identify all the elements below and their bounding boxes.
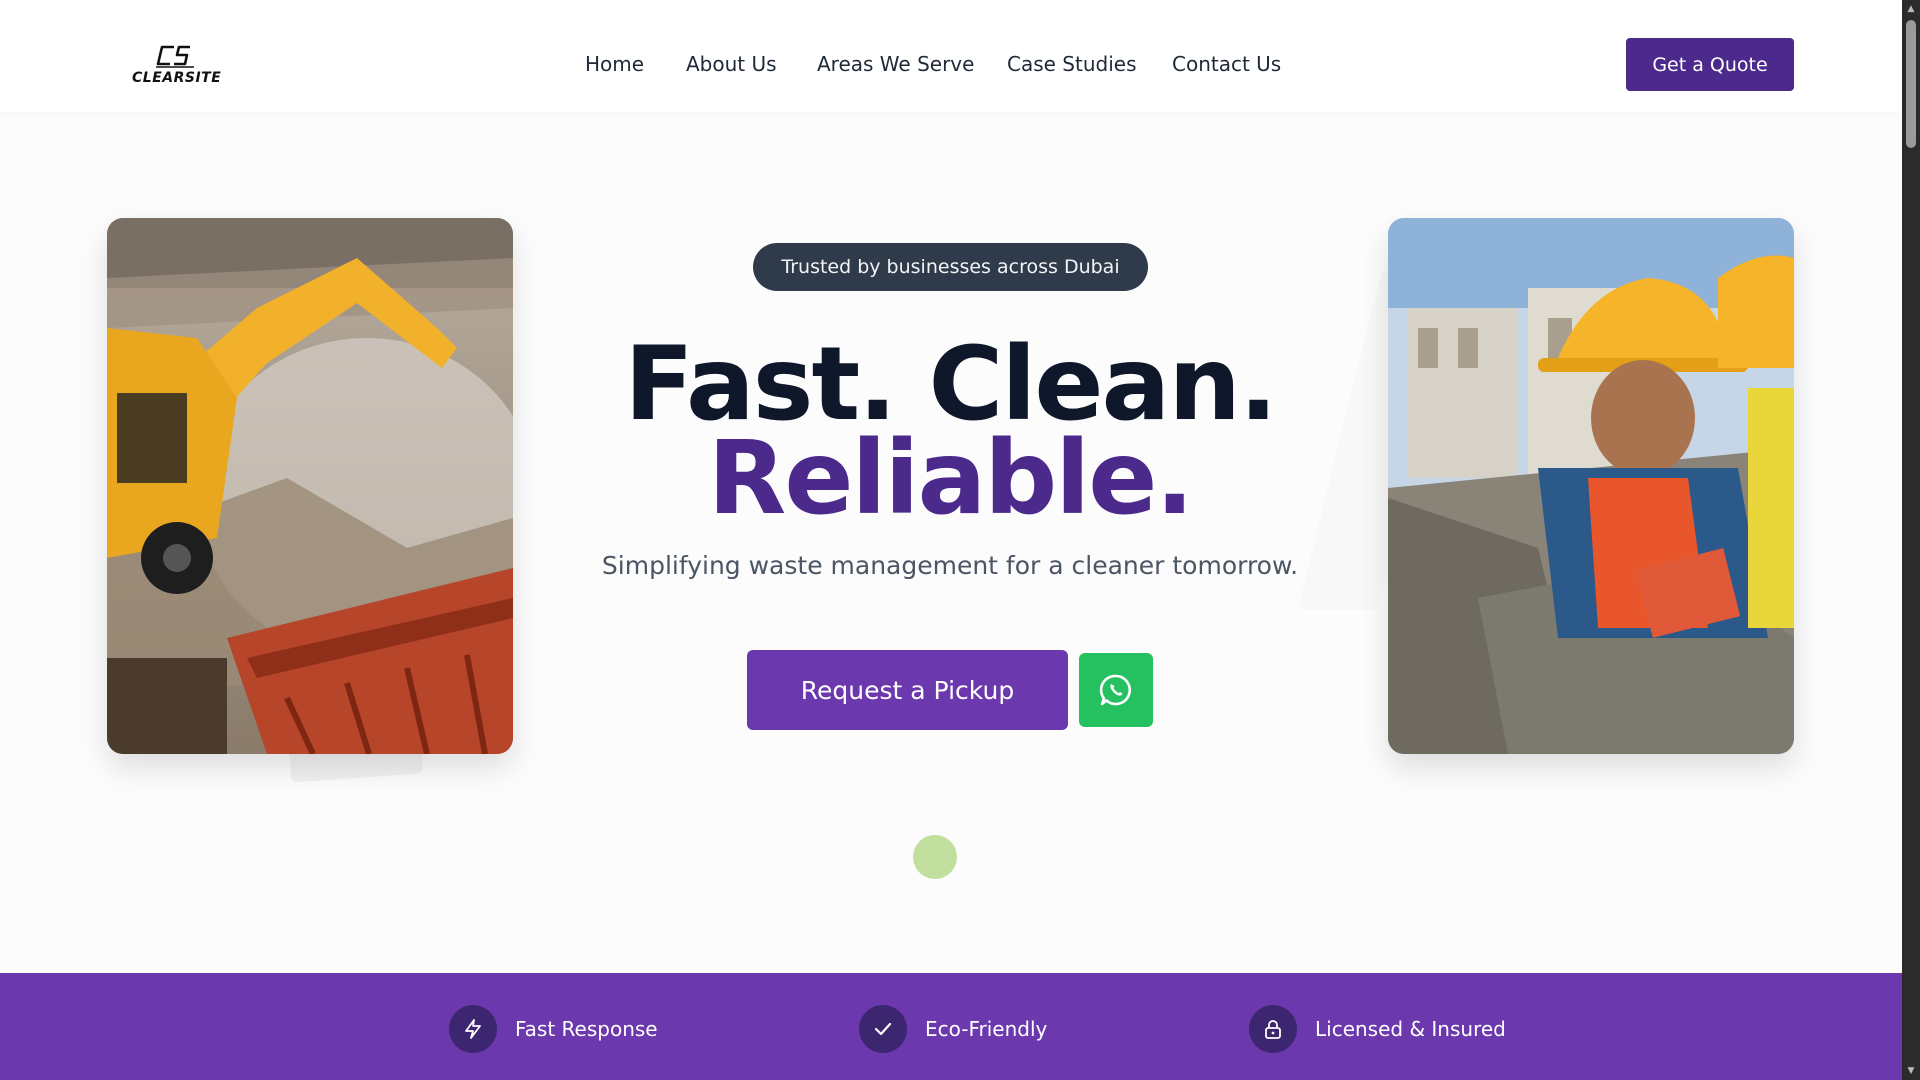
feature-eco-friendly: Eco-Friendly: [859, 1005, 1047, 1053]
whatsapp-button[interactable]: [1079, 653, 1153, 727]
nav-about-us[interactable]: About Us: [686, 52, 777, 76]
page: CLEARSITE Home About Us Areas We Serve C…: [0, 0, 1920, 1080]
request-pickup-button[interactable]: Request a Pickup: [747, 650, 1068, 730]
hero-subtitle: Simplifying waste management for a clean…: [601, 551, 1299, 580]
feature-licensed-insured: Licensed & Insured: [1249, 1005, 1506, 1053]
scroll-up-arrow-icon[interactable]: ▲: [1906, 4, 1916, 14]
main-nav: Home About Us Areas We Serve Case Studie…: [0, 52, 1902, 80]
headline-accent: Reliable.: [707, 419, 1194, 538]
nav-home[interactable]: Home: [585, 52, 644, 76]
vertical-scrollbar[interactable]: ▲ ▼: [1902, 0, 1920, 1080]
construction-workers-image: [1388, 218, 1794, 754]
feature-label: Eco-Friendly: [925, 1017, 1048, 1041]
lock-icon: [1249, 1005, 1297, 1053]
scroll-down-arrow-icon[interactable]: ▼: [1906, 1066, 1916, 1076]
feature-label: Fast Response: [515, 1017, 658, 1041]
lightning-icon: [449, 1005, 497, 1053]
decorative-dot: [913, 835, 957, 879]
check-icon: [859, 1005, 907, 1053]
scrollbar-thumb[interactable]: [1906, 20, 1916, 148]
trust-badge: Trusted by businesses across Dubai: [753, 243, 1148, 291]
site-header: CLEARSITE Home About Us Areas We Serve C…: [0, 0, 1902, 112]
whatsapp-icon: [1099, 674, 1132, 706]
get-a-quote-button[interactable]: Get a Quote: [1626, 38, 1794, 91]
feature-fast-response: Fast Response: [449, 1005, 658, 1053]
feature-label: Licensed & Insured: [1315, 1017, 1506, 1041]
nav-contact-us[interactable]: Contact Us: [1172, 52, 1281, 76]
excavator-demolition-image: [107, 218, 513, 754]
nav-case-studies[interactable]: Case Studies: [1007, 52, 1137, 76]
nav-areas-we-serve[interactable]: Areas We Serve: [817, 52, 974, 76]
